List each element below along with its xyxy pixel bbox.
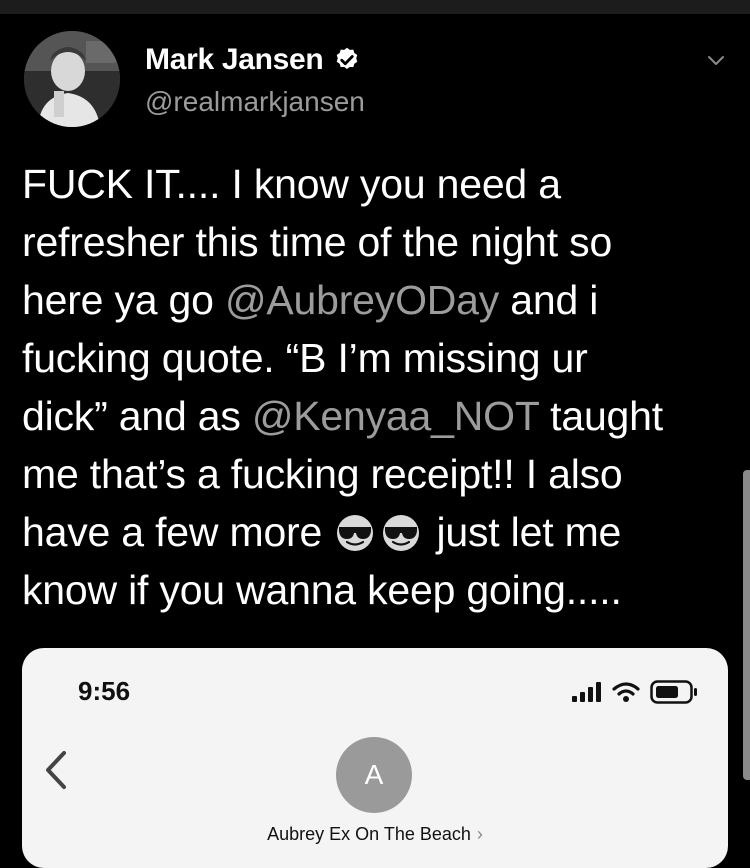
battery-icon — [650, 680, 698, 704]
tweet-text-segment: dick” and as — [22, 393, 252, 439]
contact-avatar[interactable]: A — [336, 737, 412, 813]
tweet-text-segment: taught — [538, 393, 663, 439]
tweet-line: refresher this time of the night so — [22, 219, 613, 265]
tweet-text-segment: just let me — [425, 509, 622, 555]
contact-name-text: Aubrey Ex On The Beach — [267, 824, 471, 844]
author-handle[interactable]: @realmarkjansen — [145, 86, 365, 118]
tweet-line: fucking quote. “B I’m missing ur — [22, 335, 588, 381]
top-bar — [0, 0, 750, 14]
sunglasses-emoji-icon — [379, 512, 423, 552]
tweet-text-segment: here ya go — [22, 277, 225, 323]
tweet-text-segment: have a few more — [22, 509, 334, 555]
wifi-icon — [612, 681, 640, 703]
sunglasses-emoji-icon — [333, 512, 377, 552]
phone-status-time: 9:56 — [78, 676, 131, 706]
chevron-down-icon[interactable] — [704, 50, 728, 70]
tweet-line: know if you wanna keep going..... — [22, 567, 622, 613]
tweet-line: FUCK IT.... I know you need a — [22, 161, 561, 207]
chevron-right-icon: › — [476, 824, 483, 844]
author-avatar[interactable] — [24, 31, 120, 127]
mention-link[interactable]: @AubreyODay — [225, 277, 499, 323]
tweet-line: me that’s a fucking receipt!! I also — [22, 451, 623, 497]
verified-badge-icon — [333, 46, 361, 74]
tweet-line: dick” and as @Kenyaa_NOT taught — [22, 387, 737, 445]
back-chevron-icon[interactable] — [44, 750, 68, 790]
tweet-text: FUCK IT.... I know you need a refresher … — [22, 155, 737, 619]
author-name-row: Mark Jansen — [145, 40, 361, 80]
scrollbar[interactable] — [743, 470, 750, 780]
contact-name[interactable]: Aubrey Ex On The Beach › — [22, 824, 728, 845]
author-display-name[interactable]: Mark Jansen — [145, 43, 324, 77]
phone-status-icons — [572, 680, 698, 704]
tweet-line: have a few more just let me — [22, 503, 737, 561]
tweet-media-screenshot[interactable]: 9:56 A Aubrey Ex On The Beach › — [22, 648, 728, 868]
mention-link[interactable]: @Kenyaa_NOT — [252, 393, 539, 439]
cellular-signal-icon — [572, 682, 602, 702]
tweet-line: here ya go @AubreyODay and i — [22, 271, 737, 329]
tweet-text-segment: and i — [499, 277, 599, 323]
